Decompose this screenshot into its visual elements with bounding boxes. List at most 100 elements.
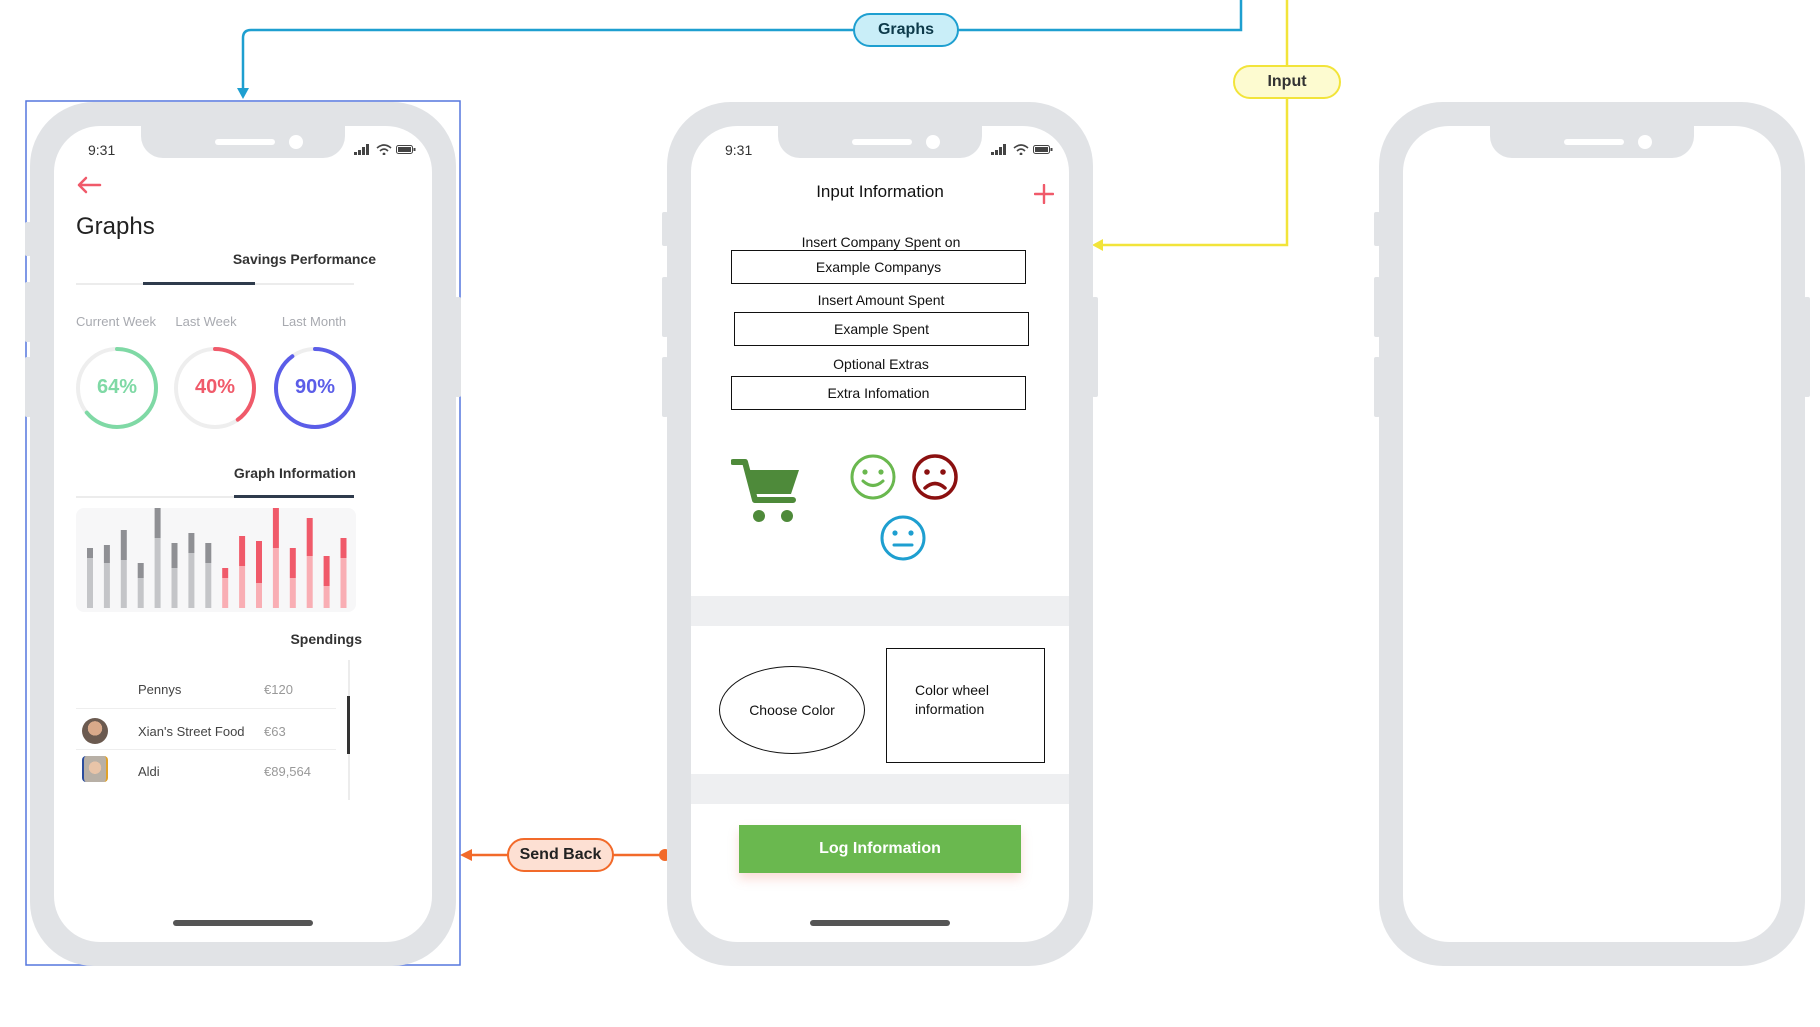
side-button — [662, 212, 668, 246]
wifi-icon — [376, 144, 392, 156]
log-information-button[interactable]: Log Information — [739, 825, 1021, 873]
choose-color-label: Choose Color — [749, 702, 835, 718]
speaker — [852, 139, 912, 145]
extras-input[interactable]: Extra Infomation — [731, 376, 1026, 410]
bar-base — [323, 586, 330, 608]
spending-amount: €63 — [264, 724, 286, 739]
spending-name: Xian's Street Food — [138, 724, 245, 739]
ring-percent: 64% — [96, 376, 138, 398]
spending-amount: €89,564 — [264, 764, 311, 779]
section-divider — [691, 596, 1069, 626]
side-button — [455, 297, 461, 397]
side-button — [662, 357, 668, 417]
side-button — [1374, 357, 1380, 417]
camera — [1638, 135, 1652, 149]
color-wheel-info-box: Color wheel information — [886, 648, 1045, 763]
input-connector-line — [1102, 0, 1289, 247]
extras-label: Optional Extras — [833, 356, 929, 372]
blank-screen — [1403, 126, 1781, 942]
spending-row[interactable]: Xian's Street Food €63 — [54, 702, 344, 750]
side-button — [25, 282, 31, 342]
bar-base — [154, 538, 161, 608]
shopping-cart-icon[interactable] — [731, 458, 803, 526]
bar-top — [256, 541, 262, 583]
input-flow-tag[interactable]: Input — [1233, 65, 1341, 99]
spending-bar-chart — [87, 508, 347, 608]
scroll-thumb[interactable] — [347, 696, 350, 754]
spending-name: Aldi — [138, 764, 160, 779]
home-indicator[interactable] — [810, 920, 950, 926]
ring-percent: 40% — [194, 376, 236, 398]
bar-base — [272, 548, 279, 608]
side-button — [1092, 297, 1098, 397]
bar-top — [289, 548, 296, 578]
bar-top — [306, 518, 313, 556]
ring-percent: 90% — [294, 376, 336, 398]
camera — [926, 135, 940, 149]
bar-top — [205, 543, 212, 563]
notch — [778, 126, 982, 158]
bar-top — [239, 536, 246, 566]
amount-input[interactable]: Example Spent — [734, 312, 1029, 346]
battery-icon — [1033, 145, 1053, 154]
spending-name: Pennys — [138, 682, 182, 697]
tab-indicator — [234, 495, 354, 498]
bar-top — [222, 568, 229, 578]
bar-base — [137, 578, 144, 608]
side-button — [25, 222, 31, 256]
screen-title: Input Information — [816, 182, 944, 201]
bar-top — [171, 543, 178, 568]
input-phone: 9:31 Input Information Insert Company Sp… — [662, 102, 1098, 966]
bar-base — [87, 558, 93, 608]
tab-indicator — [143, 282, 255, 285]
wifi-icon — [1013, 144, 1029, 156]
tab-graph-information[interactable]: Graph Information — [176, 465, 356, 481]
avatar — [82, 718, 108, 744]
notch — [141, 126, 345, 158]
spending-amount: €120 — [264, 682, 293, 697]
camera — [289, 135, 303, 149]
home-indicator[interactable] — [173, 920, 313, 926]
bar-top — [188, 533, 195, 553]
signal-icon — [353, 144, 369, 155]
status-icons — [353, 144, 416, 158]
signal-icon — [990, 144, 1006, 155]
status-icons — [990, 144, 1053, 158]
bar-top — [323, 556, 330, 586]
bar-base — [306, 556, 313, 608]
avatar — [82, 756, 108, 782]
bar-top — [120, 530, 127, 560]
speaker — [215, 139, 275, 145]
plus-icon[interactable] — [1034, 184, 1054, 204]
spendings-heading: Spendings — [290, 631, 362, 647]
bar-base — [171, 568, 178, 608]
neutral-face-icon[interactable] — [879, 514, 927, 562]
back-arrow-icon[interactable] — [76, 176, 102, 194]
side-button — [1374, 277, 1380, 337]
bar-base — [188, 553, 195, 608]
status-time: 9:31 — [725, 142, 753, 158]
period-label[interactable]: Last Week — [166, 314, 246, 329]
period-label[interactable]: Current Week — [76, 314, 156, 329]
send-back-flow-tag[interactable]: Send Back — [507, 838, 614, 872]
send-back-connector-arrow — [460, 849, 472, 861]
tab-savings-performance[interactable]: Savings Performance — [196, 251, 376, 267]
bar-top — [103, 545, 110, 563]
bar-top — [87, 548, 93, 558]
amount-label: Insert Amount Spent — [817, 292, 945, 308]
company-input[interactable]: Example Companys — [731, 250, 1026, 284]
spending-row[interactable]: Aldi €89,564 — [54, 742, 344, 782]
bar-top — [154, 508, 161, 538]
color-wheel-info-text: Color wheel information — [915, 682, 989, 717]
spending-row[interactable]: Pennys €120 — [54, 660, 344, 709]
happy-face-icon[interactable] — [849, 453, 897, 501]
graphs-flow-tag[interactable]: Graphs — [853, 13, 959, 47]
sad-face-icon[interactable] — [911, 453, 959, 501]
period-label[interactable]: Last Month — [274, 314, 354, 329]
blank-phone — [1374, 102, 1810, 966]
choose-color-button[interactable]: Choose Color — [719, 666, 865, 754]
bar-base — [120, 560, 127, 608]
notch — [1490, 126, 1694, 158]
section-divider — [691, 774, 1069, 804]
side-button — [1374, 212, 1380, 246]
